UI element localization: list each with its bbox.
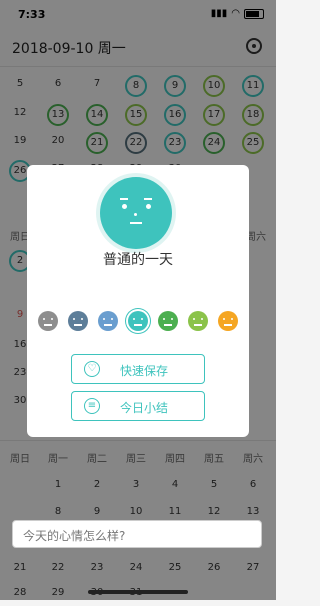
mood-eye <box>73 318 75 320</box>
mood-note-input[interactable]: 今天的心情怎么样? <box>12 520 262 548</box>
mood-normal-icon[interactable] <box>128 311 148 331</box>
mood-great-icon[interactable] <box>218 311 238 331</box>
mood-eye <box>103 318 105 320</box>
daily-summary-label: 今日小结 <box>120 401 169 415</box>
mood-dialog: 普通的一天 ♡ 快速保存 ≡ 今日小结 <box>27 165 249 437</box>
face-brow <box>144 198 152 200</box>
mood-mouth <box>164 324 172 326</box>
mood-bad-icon[interactable] <box>68 311 88 331</box>
mood-eye <box>193 318 195 320</box>
face-brow <box>120 198 128 200</box>
mood-eye <box>51 318 53 320</box>
face-eye <box>122 204 127 209</box>
mood-eye <box>201 318 203 320</box>
mood-eye <box>133 318 135 320</box>
heart-icon: ♡ <box>84 361 100 377</box>
mood-eye <box>43 318 45 320</box>
mood-eye <box>223 318 225 320</box>
mood-eye <box>111 318 113 320</box>
face-eye <box>146 204 151 209</box>
home-indicator <box>88 590 188 594</box>
face-nose <box>134 213 137 216</box>
mood-sad-icon[interactable] <box>98 311 118 331</box>
mood-mouth <box>194 324 202 326</box>
mood-eye <box>141 318 143 320</box>
face-mouth <box>130 222 142 224</box>
mood-eye <box>231 318 233 320</box>
mood-eye <box>171 318 173 320</box>
mood-eye <box>163 318 165 320</box>
mood-mouth <box>74 324 82 326</box>
quick-save-button[interactable]: ♡ 快速保存 <box>71 354 205 384</box>
mood-face-icon <box>100 177 172 249</box>
quick-save-label: 快速保存 <box>120 364 169 378</box>
mood-mouth <box>134 324 142 326</box>
mood-mouth <box>104 324 112 326</box>
daily-summary-button[interactable]: ≡ 今日小结 <box>71 391 205 421</box>
mood-mouth <box>224 324 232 326</box>
note-icon: ≡ <box>84 398 100 414</box>
mood-title: 普通的一天 <box>103 252 173 268</box>
mood-good-icon[interactable] <box>158 311 178 331</box>
mood-terrible-icon[interactable] <box>38 311 58 331</box>
mood-happy-icon[interactable] <box>188 311 208 331</box>
mood-mouth <box>44 324 52 326</box>
mood-eye <box>81 318 83 320</box>
